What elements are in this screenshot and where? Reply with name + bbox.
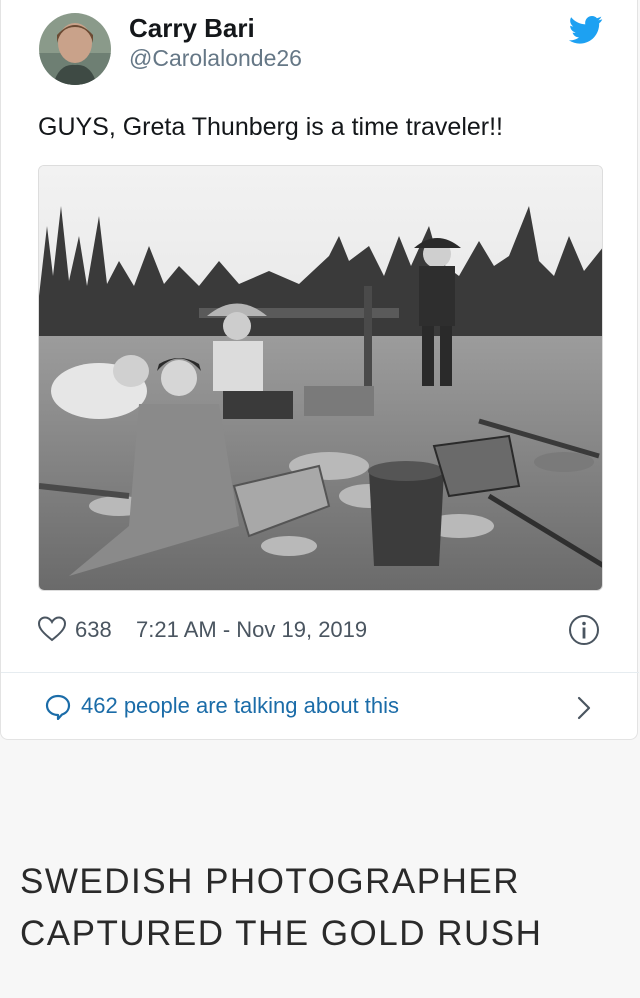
conversation-link[interactable]: 462 people are talking about this (1, 674, 639, 738)
tweet-meta: 638 7:21 AM - Nov 19, 2019 (37, 614, 604, 646)
tweet-timestamp[interactable]: 7:21 AM - Nov 19, 2019 (136, 617, 367, 643)
divider (1, 672, 639, 673)
display-name[interactable]: Carry Bari (129, 13, 255, 44)
like-count[interactable]: 638 (75, 617, 112, 643)
avatar[interactable] (39, 13, 111, 85)
speech-bubble-icon (45, 694, 71, 721)
user-handle[interactable]: @Carolalonde26 (129, 45, 302, 72)
twitter-bird-icon[interactable] (568, 16, 603, 44)
heart-icon[interactable] (37, 616, 67, 642)
chevron-right-icon[interactable] (573, 694, 595, 722)
meme-caption: SWEDISH PHOTOGRAPHER CAPTURED THE GOLD R… (20, 856, 542, 960)
info-icon[interactable] (568, 614, 600, 646)
tweet-text: GUYS, Greta Thunberg is a time traveler!… (38, 113, 504, 141)
tweet-card: Carry Bari @Carolalonde26 GUYS, Greta Th… (0, 0, 639, 740)
caption-line-2: CAPTURED THE GOLD RUSH (20, 914, 543, 953)
conversation-text[interactable]: 462 people are talking about this (81, 693, 399, 719)
caption-line-1: SWEDISH PHOTOGRAPHER (20, 862, 520, 901)
tweet-photo[interactable] (38, 165, 603, 591)
